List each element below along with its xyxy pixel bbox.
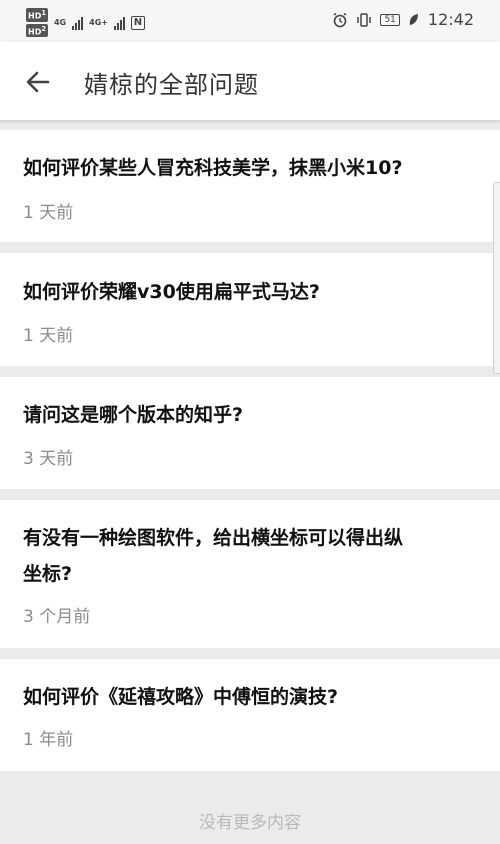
question-item[interactable]: 请问这是哪个版本的知乎? 3 天前 (0, 377, 500, 489)
signal-icon (72, 16, 84, 30)
question-title-line2: 坐标? (23, 563, 73, 585)
question-time: 3 个月前 (23, 607, 91, 627)
question-item[interactable]: 有没有一种绘图软件，给出横坐标可以得出纵 坐标? 3 个月前 (0, 500, 500, 648)
battery-icon: 51 (380, 13, 400, 26)
question-time: 3 天前 (23, 449, 74, 469)
question-title: 如何评价荣耀v30使用扁平式马达? (23, 281, 320, 303)
page-title: 婧椋的全部问题 (84, 71, 259, 99)
no-more-content: 没有更多内容 (199, 813, 301, 833)
question-title: 请问这是哪个版本的知乎? (23, 404, 244, 426)
vibrate-icon (357, 12, 372, 27)
question-time: 1 年前 (23, 730, 74, 750)
signal-icon-2 (113, 16, 125, 30)
question-time: 1 天前 (23, 203, 74, 223)
question-time: 1 天前 (23, 326, 74, 346)
alarm-icon (333, 12, 347, 27)
question-item[interactable]: 如何评价荣耀v30使用扁平式马达? 1 天前 (0, 253, 500, 366)
hd-indicators: HD1 HD2 (26, 8, 48, 38)
clock: 12:42 (427, 10, 474, 29)
question-title: 如何评价《延禧攻略》中傅恒的演技? (23, 686, 339, 708)
hd2-badge: HD2 (26, 23, 48, 38)
status-bar: HD1 HD2 4G 4G+ N 51 12:42 (0, 0, 500, 42)
app-bar: 婧椋的全部问题 (0, 42, 500, 121)
status-left: HD1 HD2 4G 4G+ N (26, 8, 145, 38)
leaf-icon (409, 13, 418, 25)
back-arrow-icon[interactable] (24, 68, 52, 96)
network-type-2: 4G+ (89, 18, 108, 28)
question-item[interactable]: 如何评价某些人冒充科技美学，抹黑小米10? 1 天前 (0, 130, 500, 242)
scrollbar[interactable] (493, 182, 500, 374)
hd1-badge: HD1 (26, 8, 48, 22)
network-type-1: 4G (53, 18, 67, 28)
question-title-line1: 有没有一种绘图软件，给出横坐标可以得出纵 (23, 527, 404, 549)
question-item[interactable]: 如何评价《延禧攻略》中傅恒的演技? 1 年前 (0, 659, 500, 771)
question-title: 如何评价某些人冒充科技美学，抹黑小米10? (23, 157, 403, 179)
status-right: 51 12:42 (332, 10, 474, 29)
nfc-icon: N (130, 15, 145, 30)
